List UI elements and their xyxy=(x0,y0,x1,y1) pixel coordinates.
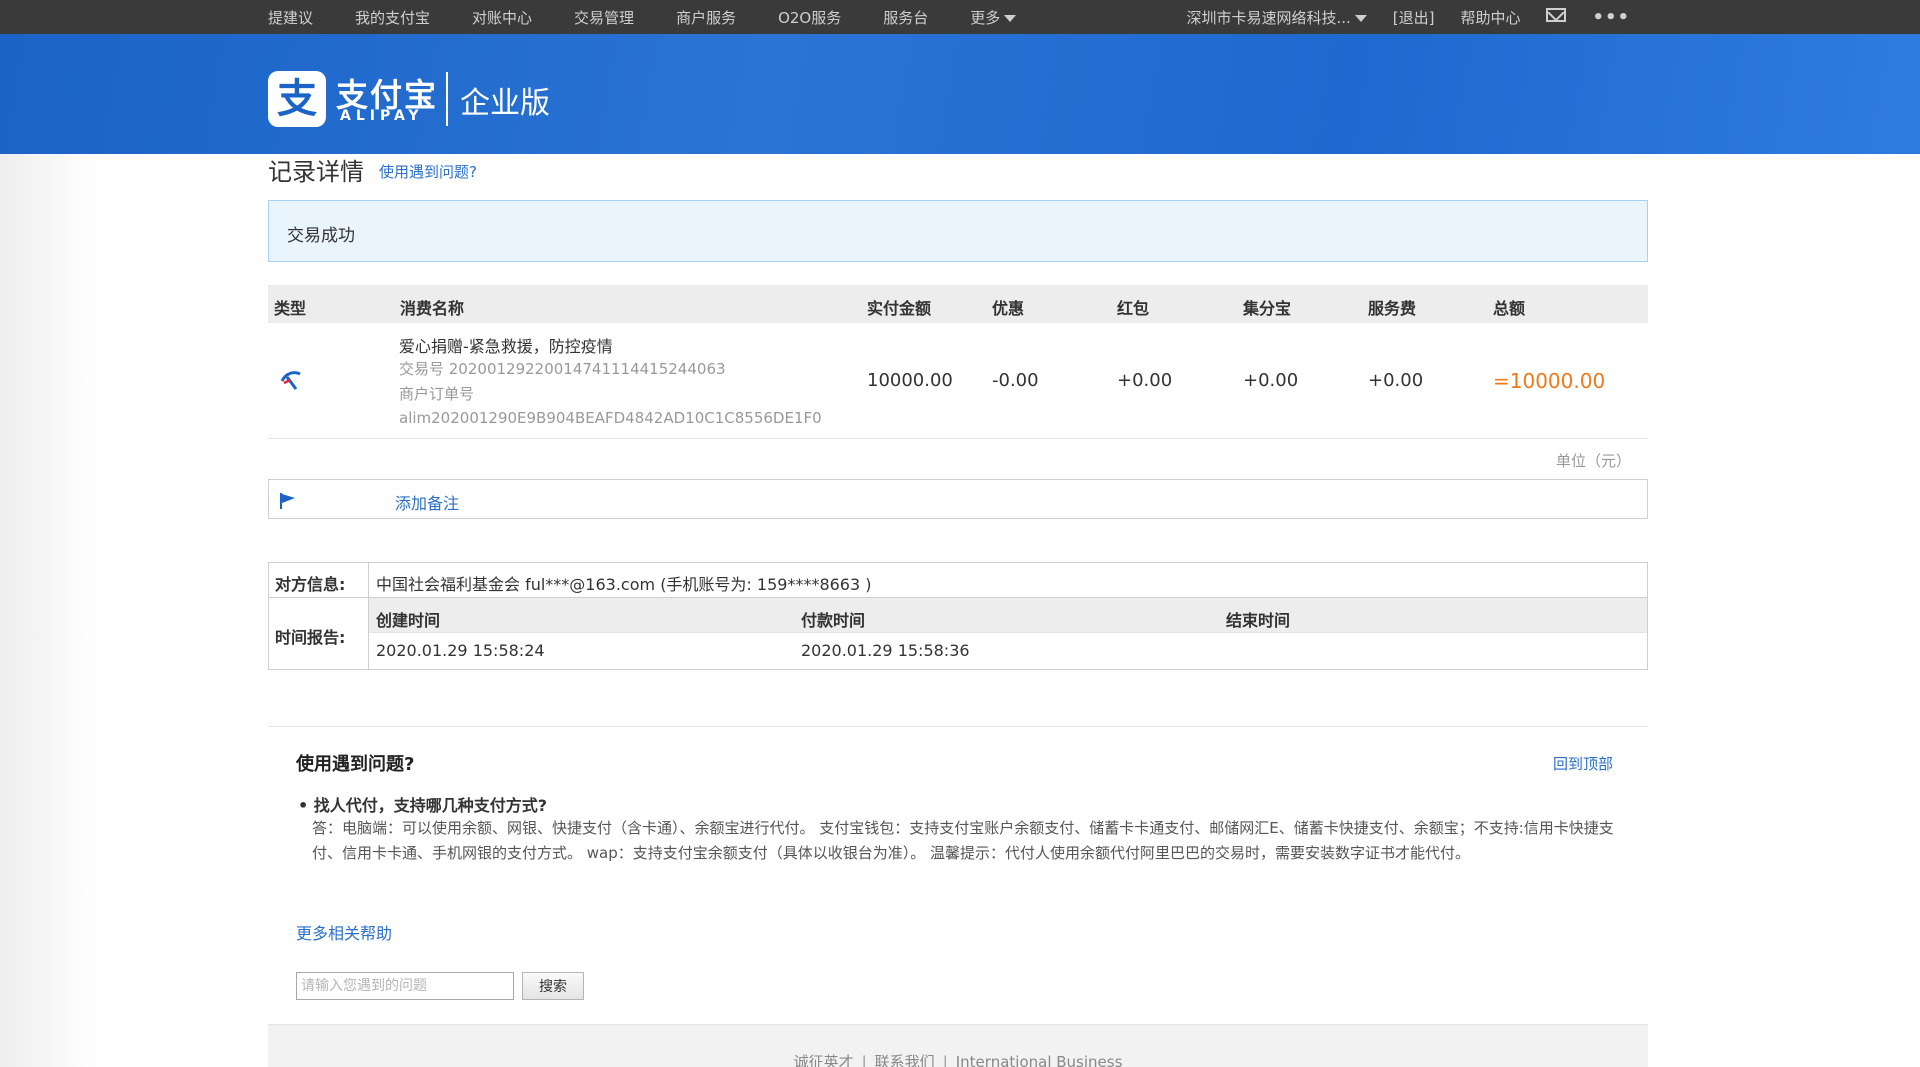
created-time-header: 创建时间 xyxy=(376,611,441,630)
nav-my-alipay[interactable]: 我的支付宝 xyxy=(355,7,430,28)
section-divider xyxy=(268,726,1648,727)
nav-trade-management[interactable]: 交易管理 xyxy=(574,7,634,28)
party-info-label: 对方信息: xyxy=(275,575,346,594)
nav-reconciliation[interactable]: 对账中心 xyxy=(472,7,532,28)
account-menu[interactable]: 深圳市卡易速网络科技... xyxy=(1186,7,1367,28)
consumption-name: 爱心捐赠-紧急救援，防控疫情 xyxy=(399,337,613,356)
footer-link-careers[interactable]: 诚征英才 xyxy=(794,1053,854,1067)
col-name: 消费名称 xyxy=(400,299,465,318)
service-fee-amount: +0.00 xyxy=(1368,370,1424,391)
chevron-down-icon xyxy=(1004,14,1017,22)
alipay-logo-icon[interactable]: 支 xyxy=(268,71,326,127)
footer-links: 诚征英才 | 联系我们 | International Business xyxy=(268,1051,1648,1067)
col-total: 总额 xyxy=(1493,299,1526,318)
nav-o2o-services[interactable]: O2O服务 xyxy=(778,7,841,28)
discount-amount: -0.00 xyxy=(992,370,1039,391)
created-time-value: 2020.01.29 15:58:24 xyxy=(376,641,545,660)
table-header: 类型 消费名称 实付金额 优惠 红包 集分宝 服务费 总额 xyxy=(268,285,1648,323)
logo-divider xyxy=(446,72,448,126)
footer-link-contact[interactable]: 联系我们 xyxy=(875,1053,935,1067)
flag-icon xyxy=(280,493,295,509)
info-table: 对方信息: 中国社会福利基金会 ful***@163.com (手机账号为: 1… xyxy=(268,562,1648,670)
col-service-fee: 服务费 xyxy=(1368,299,1417,318)
nav-merchant-services[interactable]: 商户服务 xyxy=(676,7,736,28)
status-text: 交易成功 xyxy=(287,226,355,246)
faq-question[interactable]: • 找人代付，支持哪几种支付方式? xyxy=(298,792,547,816)
add-remark-link[interactable]: 添加备注 xyxy=(395,490,459,514)
end-time-header: 结束时间 xyxy=(1226,611,1291,630)
col-paid: 实付金额 xyxy=(867,299,932,318)
red-packet-amount: +0.00 xyxy=(1117,370,1173,391)
footer: 诚征英才 | 联系我们 | International Business xyxy=(268,1024,1648,1067)
messages-button[interactable] xyxy=(1546,8,1567,26)
paid-time-header: 付款时间 xyxy=(801,611,866,630)
mail-icon xyxy=(1546,8,1567,22)
help-search-input[interactable] xyxy=(296,972,514,1000)
alipay-type-icon xyxy=(280,371,301,390)
col-points: 集分宝 xyxy=(1243,299,1292,318)
page-title: 记录详情 xyxy=(268,158,364,186)
help-problem-link[interactable]: 使用遇到问题? xyxy=(379,161,477,182)
time-row-divider xyxy=(369,632,1647,633)
col-discount: 优惠 xyxy=(992,299,1025,318)
help-section-title: 使用遇到问题? xyxy=(296,754,415,775)
col-red-packet: 红包 xyxy=(1117,299,1150,318)
status-banner: 交易成功 xyxy=(268,200,1648,262)
col-type: 类型 xyxy=(274,299,307,318)
time-header-row xyxy=(369,598,1647,632)
total-amount: =10000.00 xyxy=(1493,369,1606,393)
top-nav-right: 深圳市卡易速网络科技... [退出] 帮助中心 ••• xyxy=(1160,0,1630,34)
help-center-link[interactable]: 帮助中心 xyxy=(1460,7,1520,28)
table-row: 爱心捐赠-紧急救援，防控疫情 交易号 202001292200147411144… xyxy=(268,323,1648,439)
nav-service-desk[interactable]: 服务台 xyxy=(883,7,928,28)
chevron-down-icon xyxy=(1354,14,1367,22)
points-amount: +0.00 xyxy=(1243,370,1299,391)
more-help-link[interactable]: 更多相关帮助 xyxy=(296,920,392,944)
more-dots-icon[interactable]: ••• xyxy=(1592,7,1630,28)
top-nav-bar: 提建议 我的支付宝 对账中心 交易管理 商户服务 O2O服务 服务台 更多 深圳… xyxy=(0,0,1920,34)
trade-number: 交易号 20200129220014741114415244063 xyxy=(399,360,726,378)
logo-subtext: ALIPAY xyxy=(340,108,424,124)
nav-feedback[interactable]: 提建议 xyxy=(268,7,313,28)
logout-link[interactable]: [退出] xyxy=(1393,7,1435,28)
help-search-button[interactable]: 搜索 xyxy=(522,972,584,1000)
footer-separator: | xyxy=(861,1053,867,1067)
nav-more-label: 更多 xyxy=(970,8,1001,27)
merchant-order-label: 商户订单号 xyxy=(399,385,475,403)
unit-label: 单位（元） xyxy=(1556,452,1632,470)
merchant-order-number: alim202001290E9B904BEAFD4842AD10C1C8556D… xyxy=(399,409,822,427)
footer-separator: | xyxy=(942,1053,948,1067)
back-to-top-link[interactable]: 回到顶部 xyxy=(1553,753,1613,774)
time-report-label: 时间报告: xyxy=(275,628,346,647)
left-edge-shade xyxy=(0,154,100,1067)
nav-more[interactable]: 更多 xyxy=(970,7,1017,28)
footer-link-international[interactable]: International Business xyxy=(956,1053,1123,1067)
brand-header: 支 支付宝 ALIPAY 企业版 xyxy=(0,34,1920,154)
faq-answer: 答：电脑端：可以使用余额、网银、快捷支付（含卡通）、余额宝进行代付。 支付宝钱包… xyxy=(312,819,1614,862)
alipay-logo-glyph: 支 xyxy=(277,76,317,122)
party-info-value: 中国社会福利基金会 ful***@163.com (手机账号为: 159****… xyxy=(376,575,872,594)
top-nav-left: 提建议 我的支付宝 对账中心 交易管理 商户服务 O2O服务 服务台 更多 xyxy=(268,0,1058,34)
paid-amount: 10000.00 xyxy=(867,370,953,391)
remark-bar: 添加备注 xyxy=(268,479,1648,519)
edition-label: 企业版 xyxy=(460,86,550,121)
account-name: 深圳市卡易速网络科技... xyxy=(1186,8,1351,27)
paid-time-value: 2020.01.29 15:58:36 xyxy=(801,641,970,660)
